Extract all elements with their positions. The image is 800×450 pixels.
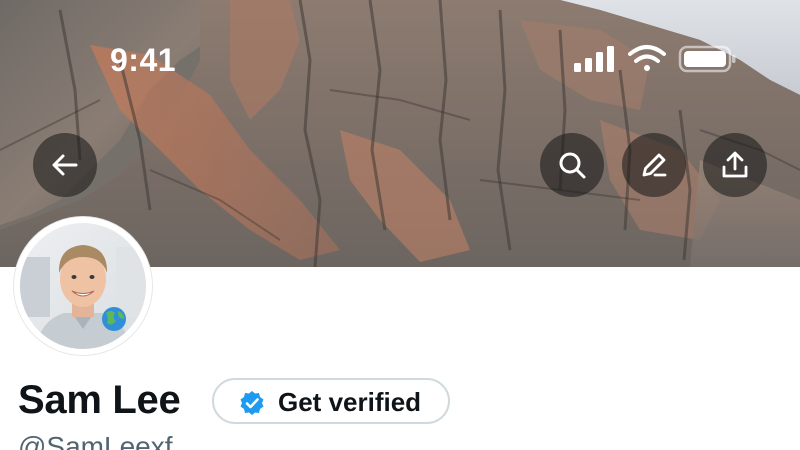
get-verified-label: Get verified [278, 387, 422, 417]
arrow-left-icon [52, 154, 78, 176]
profile-handle: @SamLeexf [18, 431, 173, 450]
back-button[interactable] [33, 133, 97, 197]
globe-emoji-icon [102, 307, 126, 331]
pencil-icon [642, 153, 667, 177]
profile-display-name: Sam Lee [18, 378, 181, 422]
status-bar-time: 9:41 [110, 42, 177, 78]
cellular-signal-icon [574, 46, 614, 72]
share-button[interactable] [703, 133, 767, 197]
get-verified-button[interactable]: Get verified [212, 378, 450, 424]
edit-button[interactable] [622, 133, 686, 197]
verified-badge-icon [240, 391, 264, 415]
search-button[interactable] [540, 133, 604, 197]
share-upload-icon [722, 151, 748, 178]
profile-screen: 9:41 Sam Lee Get verified @SamLeexf [0, 0, 800, 450]
status-bar-icons [570, 42, 740, 78]
wifi-icon [628, 45, 666, 71]
battery-icon [678, 45, 736, 73]
search-icon [559, 152, 586, 179]
avatar[interactable] [14, 217, 152, 355]
